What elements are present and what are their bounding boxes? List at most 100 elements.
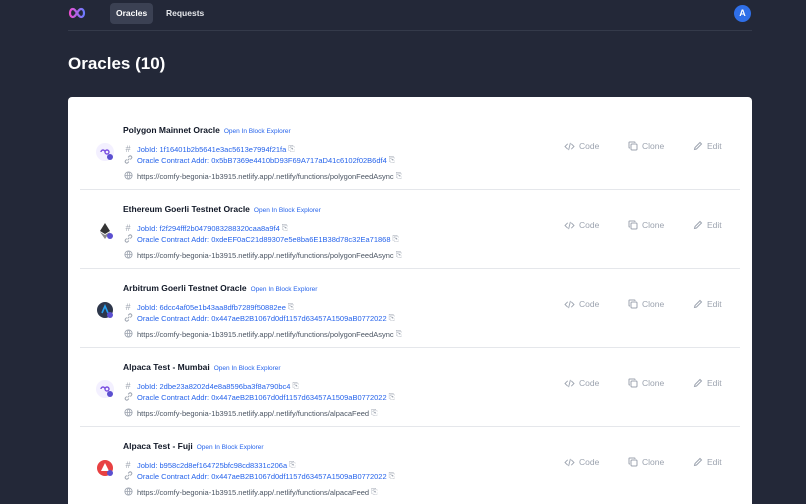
- feed-url-row: https://comfy-begonia-1b3915.netlify.app…: [123, 329, 403, 339]
- job-id-row: # JobId: 1f16401b2b5641e3ac5613e7994f21f…: [123, 144, 295, 154]
- feed-url-row: https://comfy-begonia-1b3915.netlify.app…: [123, 408, 378, 418]
- app-logo-icon[interactable]: [68, 6, 86, 20]
- divider: [68, 30, 752, 31]
- contract-address-text[interactable]: Oracle Contract Addr: 0x447aeB2B1067d0df…: [137, 472, 387, 481]
- edit-label: Edit: [707, 299, 722, 309]
- code-button[interactable]: Code: [564, 220, 599, 230]
- code-button[interactable]: Code: [564, 299, 599, 309]
- pencil-icon: [693, 299, 703, 309]
- copy-icon[interactable]: ⎘: [282, 224, 289, 232]
- hash-icon: #: [125, 144, 131, 154]
- contract-address-text[interactable]: Oracle Contract Addr: 0x5bB7369e4410bD93…: [137, 156, 387, 165]
- globe-icon: [123, 408, 133, 418]
- feed-url-text[interactable]: https://comfy-begonia-1b3915.netlify.app…: [137, 488, 369, 497]
- copy-icon[interactable]: ⎘: [396, 172, 403, 180]
- oracle-card-3: Arbitrum Goerli Testnet Oracle Open In Bl…: [80, 269, 740, 348]
- open-in-block-explorer-link[interactable]: Open In Block Explorer: [197, 444, 264, 451]
- code-button[interactable]: Code: [564, 141, 599, 151]
- oracle-list: Polygon Mainnet Oracle Open In Block Expl…: [80, 111, 740, 504]
- copy-icon[interactable]: ⎘: [393, 235, 400, 243]
- link-icon: [123, 313, 133, 323]
- contract-address-text[interactable]: Oracle Contract Addr: 0x447aeB2B1067d0df…: [137, 393, 387, 402]
- clone-icon: [628, 457, 638, 467]
- job-id-text[interactable]: JobId: 2dbe23a8202d4e8a8596ba3f8a790bc4: [137, 382, 290, 391]
- oracle-name: Alpaca Test - Fuji Open In Block Explorer: [123, 441, 264, 451]
- copy-icon[interactable]: ⎘: [371, 409, 378, 417]
- top-navigation: Oracles Requests A: [0, 0, 806, 30]
- feed-url-text[interactable]: https://comfy-begonia-1b3915.netlify.app…: [137, 409, 369, 418]
- copy-icon[interactable]: ⎘: [292, 382, 299, 390]
- feed-url-text[interactable]: https://comfy-begonia-1b3915.netlify.app…: [137, 172, 394, 181]
- feed-url-row: https://comfy-begonia-1b3915.netlify.app…: [123, 487, 378, 497]
- code-label: Code: [579, 220, 600, 230]
- open-in-block-explorer-link[interactable]: Open In Block Explorer: [254, 207, 321, 214]
- feed-url-row: https://comfy-begonia-1b3915.netlify.app…: [123, 250, 403, 260]
- oracle-name-text: Polygon Mainnet Oracle: [123, 125, 220, 135]
- job-id-text[interactable]: JobId: 1f16401b2b5641e3ac5613e7994f21fa: [137, 145, 286, 154]
- copy-icon[interactable]: ⎘: [389, 393, 396, 401]
- edit-button[interactable]: Edit: [693, 457, 722, 467]
- avatar[interactable]: A: [734, 5, 751, 22]
- contract-address-text[interactable]: Oracle Contract Addr: 0xdeEF0aC21d89307e…: [137, 235, 391, 244]
- clone-button[interactable]: Clone: [628, 220, 664, 230]
- globe-icon: [123, 487, 133, 497]
- avalanche-icon: [96, 459, 114, 477]
- copy-icon[interactable]: ⎘: [396, 330, 403, 338]
- link-icon: [123, 392, 133, 402]
- edit-button[interactable]: Edit: [693, 220, 722, 230]
- card-actions: Code Clone Edit: [560, 220, 740, 232]
- clone-icon: [628, 378, 638, 388]
- feed-url-row: https://comfy-begonia-1b3915.netlify.app…: [123, 171, 403, 181]
- card-actions: Code Clone Edit: [560, 457, 740, 469]
- code-button[interactable]: Code: [564, 457, 599, 467]
- feed-url-text[interactable]: https://comfy-begonia-1b3915.netlify.app…: [137, 330, 394, 339]
- job-id-text[interactable]: JobId: b958c2d8ef164725bfc98cd8331c206a: [137, 461, 287, 470]
- card-actions: Code Clone Edit: [560, 378, 740, 390]
- copy-icon[interactable]: ⎘: [389, 472, 396, 480]
- code-icon: [564, 221, 575, 229]
- feed-url-text[interactable]: https://comfy-begonia-1b3915.netlify.app…: [137, 251, 394, 260]
- clone-icon: [628, 220, 638, 230]
- clone-button[interactable]: Clone: [628, 141, 664, 151]
- tab-oracles[interactable]: Oracles: [110, 3, 154, 24]
- job-id-text[interactable]: JobId: 6dcc4af05e1b43aa8dfb7289f50882ee: [137, 303, 286, 312]
- card-actions: Code Clone Edit: [560, 141, 740, 153]
- clone-button[interactable]: Clone: [628, 457, 664, 467]
- tab-requests[interactable]: Requests: [160, 3, 210, 24]
- pencil-icon: [693, 141, 703, 151]
- clone-icon: [628, 299, 638, 309]
- contract-address-text[interactable]: Oracle Contract Addr: 0x447aeB2B1067d0df…: [137, 314, 387, 323]
- copy-icon[interactable]: ⎘: [288, 145, 295, 153]
- contract-address-row: Oracle Contract Addr: 0x447aeB2B1067d0df…: [123, 392, 396, 402]
- contract-address-row: Oracle Contract Addr: 0xdeEF0aC21d89307e…: [123, 234, 400, 244]
- oracle-name-text: Arbitrum Goerli Testnet Oracle: [123, 283, 247, 293]
- clone-button[interactable]: Clone: [628, 378, 664, 388]
- link-icon: [123, 471, 133, 481]
- globe-icon: [123, 171, 133, 181]
- oracle-card-2: Ethereum Goerli Testnet Oracle Open In Bl…: [80, 190, 740, 269]
- hash-icon: #: [125, 460, 131, 470]
- hash-icon: #: [125, 223, 131, 233]
- code-button[interactable]: Code: [564, 378, 599, 388]
- arbitrum-icon: [96, 301, 114, 319]
- code-label: Code: [579, 378, 600, 388]
- hash-icon: #: [125, 381, 131, 391]
- edit-button[interactable]: Edit: [693, 299, 722, 309]
- edit-button[interactable]: Edit: [693, 141, 722, 151]
- copy-icon[interactable]: ⎘: [371, 488, 378, 496]
- copy-icon[interactable]: ⎘: [396, 251, 403, 259]
- open-in-block-explorer-link[interactable]: Open In Block Explorer: [251, 286, 318, 293]
- job-id-text[interactable]: JobId: f2f294fff2b0479083288320caa8a9f4: [137, 224, 280, 233]
- copy-icon[interactable]: ⎘: [389, 156, 396, 164]
- edit-button[interactable]: Edit: [693, 378, 722, 388]
- copy-icon[interactable]: ⎘: [288, 303, 295, 311]
- copy-icon[interactable]: ⎘: [389, 314, 396, 322]
- clone-label: Clone: [642, 141, 665, 151]
- code-icon: [564, 379, 575, 387]
- open-in-block-explorer-link[interactable]: Open In Block Explorer: [214, 365, 281, 372]
- contract-address-row: Oracle Contract Addr: 0x447aeB2B1067d0df…: [123, 313, 396, 323]
- link-icon: [123, 234, 133, 244]
- clone-button[interactable]: Clone: [628, 299, 664, 309]
- copy-icon[interactable]: ⎘: [289, 461, 296, 469]
- open-in-block-explorer-link[interactable]: Open In Block Explorer: [224, 128, 291, 135]
